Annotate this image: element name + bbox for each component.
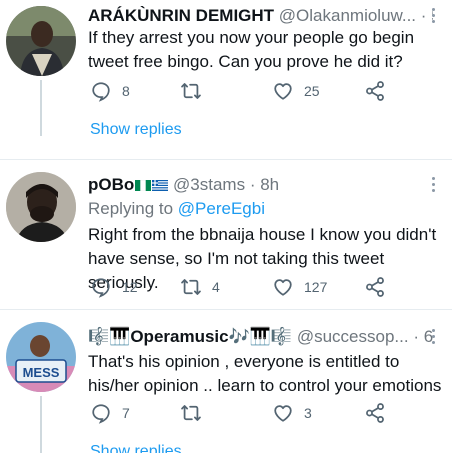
display-name[interactable]: ARÁKÙNRIN DEMIGHT (88, 6, 274, 25)
share-icon (366, 81, 384, 101)
like-count: 25 (304, 83, 320, 99)
tweet-actions: 7 3 (88, 400, 388, 426)
reply-icon (92, 404, 110, 424)
reply-count: 12 (122, 279, 138, 295)
replying-to-mention[interactable]: @PereEgbi (178, 199, 265, 218)
reply-count: 7 (122, 405, 130, 421)
retweet-icon (181, 405, 201, 421)
share-icon (366, 403, 384, 423)
avatar-lettering: MESS (23, 365, 60, 380)
tweet-actions: 8 25 (88, 78, 388, 104)
nigeria-flag-icon (135, 180, 152, 191)
user-handle[interactable]: @3stams (173, 175, 245, 194)
avatar-2[interactable] (6, 172, 76, 242)
like-icon (274, 279, 292, 296)
reply-icon (92, 82, 110, 102)
retweet-button[interactable] (180, 400, 212, 426)
replying-to-label: Replying to (88, 199, 174, 218)
share-icon (366, 277, 384, 297)
like-count: 127 (304, 279, 328, 295)
retweet-button[interactable] (180, 78, 212, 104)
share-button[interactable] (364, 78, 386, 104)
like-icon (274, 83, 292, 100)
tweet-header: pOBo @3stams · 8h (88, 172, 433, 198)
like-button[interactable]: 3 (272, 400, 312, 426)
show-replies-link[interactable]: Show replies (90, 121, 182, 139)
separator-dot: · (413, 327, 419, 346)
separator-dot: · (420, 6, 427, 25)
retweet-count: 4 (212, 279, 220, 295)
thread-line (40, 80, 42, 136)
tweet-text: If they arrest you now your people go be… (88, 28, 415, 71)
avatar-1[interactable] (6, 6, 76, 76)
replying-to: Replying to @PereEgbi (88, 197, 265, 221)
display-name[interactable]: pOBo (88, 175, 134, 194)
tweet-header: 🎼🎹Operamusic🎶🎹🎼 @successop... · 6h (88, 324, 433, 350)
tweet-1[interactable]: ARÁKÙNRIN DEMIGHT @Olakanmioluw... · 5h … (0, 0, 452, 160)
like-icon (274, 405, 292, 422)
like-button[interactable]: 127 (272, 274, 327, 300)
tweet-3[interactable]: MESS 🎼🎹Operamusic🎶🎹🎼 @successop... · 6h … (0, 310, 452, 453)
user-handle[interactable]: @Olakanmioluw... (279, 6, 416, 25)
more-icon[interactable] (432, 8, 436, 26)
retweet-icon (181, 279, 201, 295)
thread-line (40, 396, 42, 453)
tweet-text: That's his opinion , everyone is entitle… (88, 352, 442, 395)
reply-count: 8 (122, 83, 130, 99)
reply-button[interactable]: 12 (90, 274, 138, 300)
like-button[interactable]: 25 (272, 78, 320, 104)
reply-button[interactable]: 8 (90, 78, 130, 104)
reply-icon (92, 278, 110, 298)
timestamp[interactable]: 8h (260, 175, 279, 194)
more-icon[interactable] (432, 177, 436, 195)
show-replies-link[interactable]: Show replies (90, 443, 182, 453)
greece-flag-icon (152, 180, 169, 191)
share-button[interactable] (364, 400, 386, 426)
like-count: 3 (304, 405, 312, 421)
display-name[interactable]: 🎼🎹Operamusic🎶🎹🎼 (88, 327, 292, 346)
retweet-icon (181, 83, 201, 99)
tweet-2[interactable]: pOBo @3stams · 8h Replying to @PereEgbi … (0, 160, 452, 310)
tweet-actions: 12 4 127 (88, 274, 388, 300)
retweet-button[interactable]: 4 (180, 274, 220, 300)
more-icon[interactable] (432, 329, 436, 347)
separator-dot: · (249, 175, 256, 194)
reply-button[interactable]: 7 (90, 400, 130, 426)
avatar-3[interactable]: MESS (6, 322, 76, 392)
share-button[interactable] (364, 274, 386, 300)
user-handle[interactable]: @successop... (297, 327, 409, 346)
